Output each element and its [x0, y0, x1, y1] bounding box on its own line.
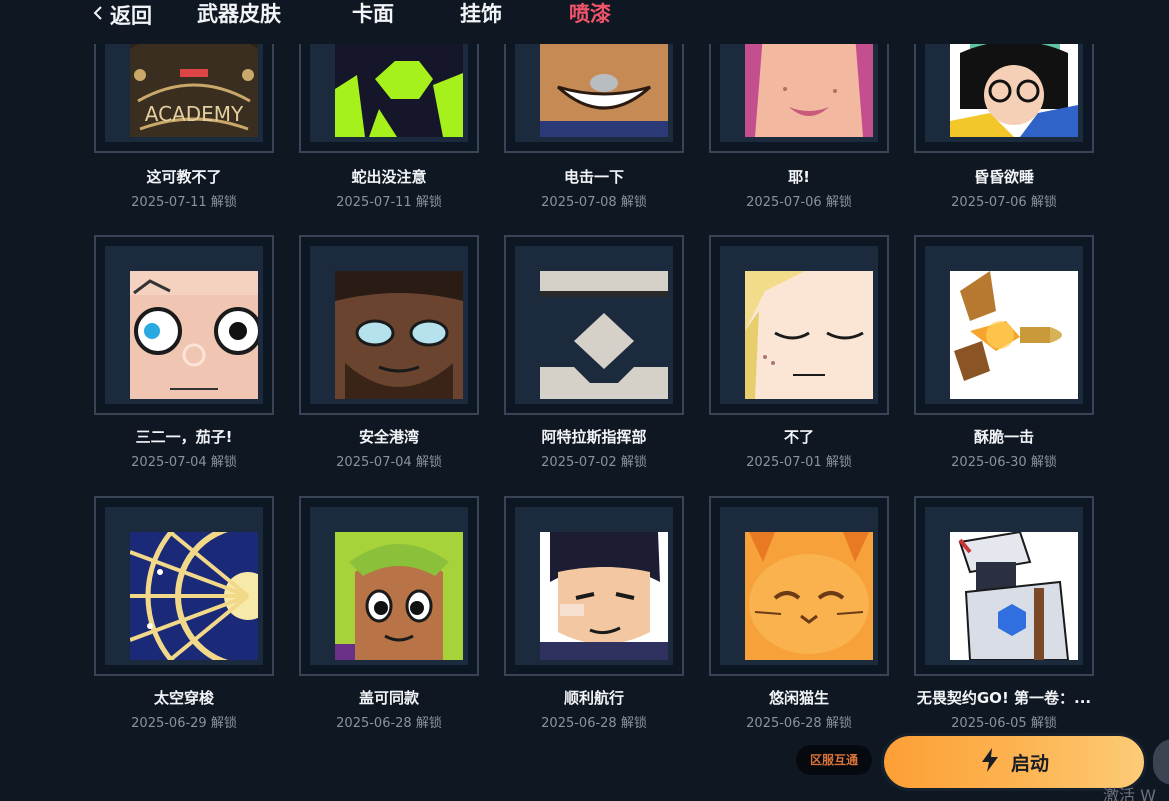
spray-card[interactable]: 顺利航行 2025-06-28 解锁	[504, 496, 684, 731]
spray-tile[interactable]	[914, 235, 1094, 415]
unlock-date: 2025-06-28 解锁	[541, 716, 647, 731]
spray-tile[interactable]	[94, 496, 274, 676]
spray-title: 酥脆一击	[973, 428, 1034, 446]
spray-card[interactable]: 悠闲猫生 2025-06-28 解锁	[709, 496, 889, 731]
sleepy-face-icon	[745, 271, 873, 399]
unlock-date: 2025-07-01 解锁	[746, 455, 852, 470]
unlock-date: 2025-06-29 解锁	[131, 716, 237, 731]
hexagon-emblem-icon	[540, 271, 668, 399]
lightning-icon	[979, 747, 1001, 777]
spray-card[interactable]: 无畏契约GO! 第一卷：... 2025-06-05 解锁	[914, 496, 1094, 731]
unlock-date: 2025-06-28 解锁	[746, 716, 852, 731]
orange-cat-icon	[745, 532, 873, 660]
tab-sprays[interactable]: 喷漆	[569, 0, 611, 30]
unlock-date: 2025-06-05 解锁	[951, 716, 1057, 731]
unlock-date: 2025-07-08 解锁	[541, 195, 647, 210]
windows-activation-watermark: 激活 W	[1103, 786, 1156, 801]
more-button[interactable]	[1153, 739, 1169, 785]
top-nav: 返回 武器皮肤 卡面 挂饰 喷漆	[0, 0, 1169, 44]
spray-card[interactable]: 安全港湾 2025-07-04 解锁	[299, 235, 479, 470]
armored-agent-icon	[950, 532, 1078, 660]
tab-weapon-skins[interactable]: 武器皮肤	[197, 0, 281, 30]
spray-title: 不了	[783, 428, 814, 446]
spray-tile[interactable]	[94, 235, 274, 415]
unlock-date: 2025-07-11 解锁	[131, 195, 237, 210]
spray-grid: ACADEMY 这可教不了 2025-07-11 解锁 蛇出没注意 2025-0…	[94, 0, 1094, 801]
back-label: 返回	[110, 4, 152, 28]
unlock-date: 2025-07-04 解锁	[131, 455, 237, 470]
unlock-date: 2025-06-28 解锁	[336, 716, 442, 731]
spray-title: 昏昏欲睡	[973, 168, 1034, 186]
chevron-left-icon	[92, 5, 104, 25]
spray-title: 蛇出没注意	[351, 168, 427, 186]
spray-title: 顺利航行	[563, 689, 624, 707]
bullet-icon	[950, 271, 1078, 399]
spray-title: 安全港湾	[358, 428, 419, 446]
spray-tile[interactable]	[299, 235, 479, 415]
spray-card[interactable]: 不了 2025-07-01 解锁	[709, 235, 889, 470]
spray-tile[interactable]	[709, 496, 889, 676]
bearded-face-icon	[335, 271, 463, 399]
unlock-date: 2025-07-06 解锁	[951, 195, 1057, 210]
spray-tile[interactable]	[709, 235, 889, 415]
unlock-date: 2025-07-11 解锁	[336, 195, 442, 210]
spray-tile[interactable]	[504, 496, 684, 676]
spray-tile[interactable]	[299, 496, 479, 676]
spray-title: 三二一，茄子!	[135, 428, 233, 446]
unlock-date: 2025-07-06 解锁	[746, 195, 852, 210]
spray-tile[interactable]	[504, 235, 684, 415]
spray-title: 阿特拉斯指挥部	[541, 428, 647, 446]
spray-tile[interactable]	[914, 496, 1094, 676]
spray-title: 耶!	[788, 168, 810, 186]
spray-card[interactable]: 酥脆一击 2025-06-30 解锁	[914, 235, 1094, 470]
smirk-face-icon	[540, 532, 668, 660]
svg-text:ACADEMY: ACADEMY	[145, 102, 244, 126]
green-hair-face-icon	[335, 532, 463, 660]
wide-eyes-icon	[130, 271, 258, 399]
spray-title: 悠闲猫生	[768, 689, 829, 707]
spray-card[interactable]: 太空穿梭 2025-06-29 解锁	[94, 496, 274, 731]
spray-card[interactable]: 盖可同款 2025-06-28 解锁	[299, 496, 479, 731]
unlock-date: 2025-07-02 解锁	[541, 455, 647, 470]
launch-label: 启动	[1010, 752, 1049, 775]
spray-card[interactable]: 三二一，茄子! 2025-07-04 解锁	[94, 235, 274, 470]
spray-card[interactable]: 阿特拉斯指挥部 2025-07-02 解锁	[504, 235, 684, 470]
unlock-date: 2025-07-04 解锁	[336, 455, 442, 470]
region-interop-badge[interactable]: 区服互通	[796, 745, 872, 775]
tab-cards[interactable]: 卡面	[352, 0, 394, 30]
spray-title: 这可教不了	[146, 168, 222, 186]
tab-charms[interactable]: 挂饰	[460, 0, 502, 30]
spray-title: 盖可同款	[358, 689, 419, 707]
spray-title: 电击一下	[563, 168, 624, 186]
spray-title: 无畏契约GO! 第一卷：...	[916, 689, 1092, 707]
unlock-date: 2025-06-30 解锁	[951, 455, 1057, 470]
spray-title: 太空穿梭	[153, 689, 214, 707]
space-dial-icon	[130, 532, 258, 660]
back-button[interactable]: 返回	[92, 0, 152, 30]
